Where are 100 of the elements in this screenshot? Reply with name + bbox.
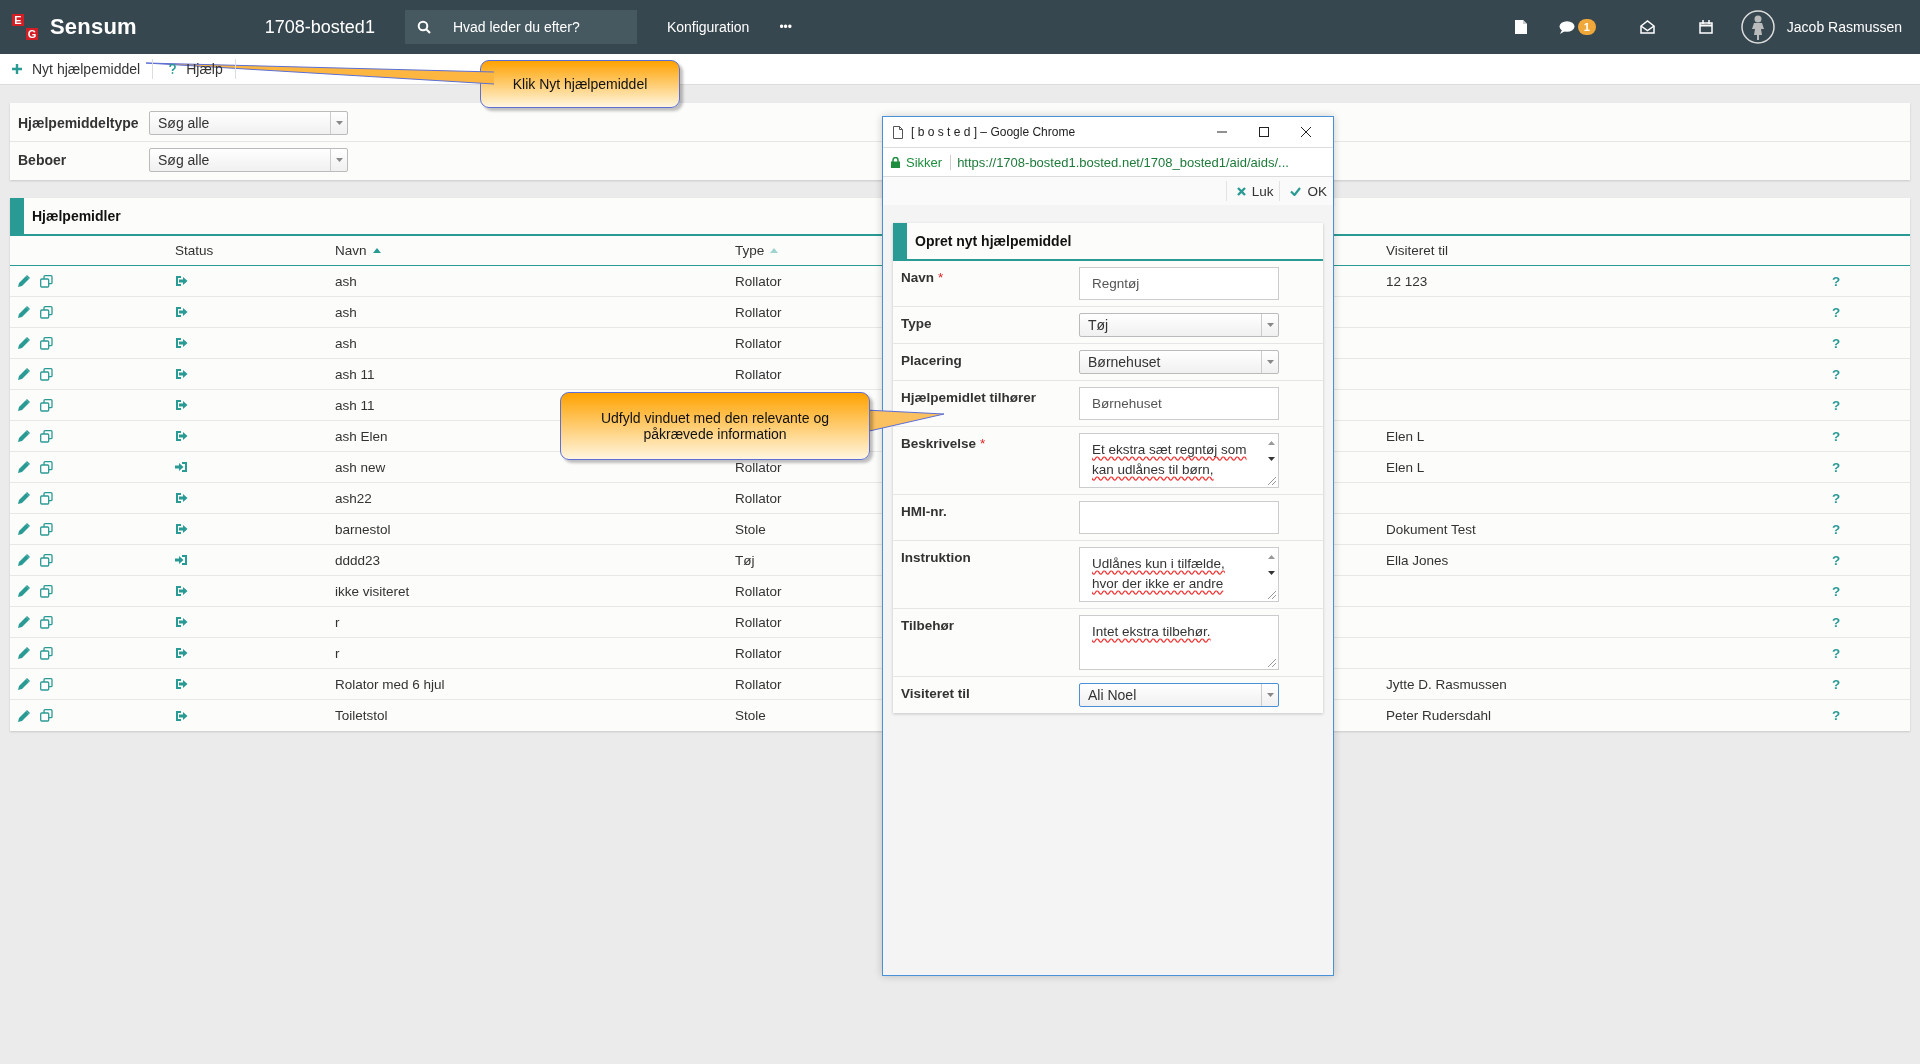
logo: E G [12, 14, 38, 40]
edit-icon[interactable] [18, 709, 30, 722]
edit-icon[interactable] [18, 337, 30, 349]
table-cell: ash [335, 335, 357, 351]
table-cell: ash [335, 273, 357, 289]
menu-link[interactable]: Konfiguration [666, 19, 750, 35]
table-cell: ash22 [335, 490, 372, 506]
edit-icon[interactable] [18, 368, 30, 380]
close-icon[interactable] [1301, 127, 1311, 137]
sign-out-icon[interactable] [175, 585, 188, 597]
input-field[interactable]: Børnehuset [1079, 387, 1279, 420]
table-title: Hjælpemidler [32, 208, 121, 224]
sign-out-icon[interactable] [175, 337, 188, 349]
sign-out-icon[interactable] [175, 709, 188, 722]
copy-icon[interactable] [40, 646, 53, 660]
table-cell: r [335, 614, 340, 630]
ok-button[interactable]: OK [1279, 181, 1333, 201]
input-field[interactable]: Regntøj [1079, 267, 1279, 300]
copy-icon[interactable] [40, 584, 53, 598]
field-label: Visiteret til [901, 686, 970, 701]
edit-icon[interactable] [18, 616, 30, 628]
edit-icon[interactable] [18, 492, 30, 504]
copy-icon[interactable] [40, 709, 53, 722]
sign-out-icon[interactable] [175, 275, 188, 287]
table-cell: Dokument Test [1386, 521, 1476, 537]
brand-name: Sensum [50, 14, 137, 40]
sign-out-icon[interactable] [175, 492, 188, 504]
sign-out-icon[interactable] [175, 399, 188, 411]
input-field[interactable] [1079, 501, 1279, 534]
close-button[interactable]: Luk [1225, 181, 1280, 201]
secure-label: Sikker [906, 154, 952, 170]
edit-icon[interactable] [18, 399, 30, 411]
copy-icon[interactable] [40, 553, 53, 567]
field-label: Tilbehør [901, 618, 954, 633]
edit-icon[interactable] [18, 647, 30, 659]
envelope-icon[interactable] [1639, 20, 1655, 34]
table-cell: Rollator [735, 304, 782, 320]
sign-out-icon[interactable] [175, 678, 188, 690]
sign-out-icon[interactable] [175, 368, 188, 380]
table-cell: Ella Jones [1386, 552, 1449, 568]
dropdown[interactable]: Ali Noel [1079, 683, 1279, 707]
callout: Udfyld vinduet med den relevante og påkrævede information [560, 392, 870, 460]
dropdown[interactable]: Børnehuset [1079, 350, 1279, 374]
copy-icon[interactable] [40, 305, 53, 319]
document-icon[interactable] [1514, 20, 1527, 34]
sign-out-icon[interactable] [175, 306, 188, 318]
lock-icon [891, 156, 900, 168]
sign-out-icon[interactable] [175, 523, 188, 535]
edit-icon[interactable] [18, 523, 30, 535]
sign-in-icon[interactable] [175, 554, 188, 566]
copy-icon[interactable] [40, 274, 53, 288]
column-header[interactable]: Visiteret til [1386, 243, 1449, 258]
copy-icon[interactable] [40, 491, 53, 505]
sort-icon[interactable] [372, 248, 381, 253]
calendar-icon[interactable] [1698, 20, 1713, 34]
table-cell: ash new [335, 459, 386, 475]
chat-icon[interactable] [1558, 20, 1575, 34]
table-cell: Peter Rudersdahl [1386, 708, 1492, 723]
copy-icon[interactable] [40, 522, 53, 536]
edit-icon[interactable] [18, 306, 30, 318]
edit-icon[interactable] [18, 275, 30, 287]
table-cell: barnestol [335, 521, 391, 537]
text-area[interactable]: Intet ekstra tilbehør. [1079, 615, 1279, 670]
filter-dropdown[interactable]: Søg alle [149, 111, 348, 135]
caret-icon [335, 158, 343, 162]
copy-icon[interactable] [40, 460, 53, 474]
table-cell: Rollator [735, 614, 782, 630]
edit-icon[interactable] [18, 430, 30, 442]
column-header[interactable]: Status [175, 243, 214, 258]
copy-icon[interactable] [40, 615, 53, 629]
text-area[interactable]: Udlånes kun i tilfælde, hvor der ikke er andre [1079, 547, 1279, 602]
table-cell: Rollator [735, 366, 782, 382]
sign-out-icon[interactable] [175, 616, 188, 628]
field-label: Type [901, 316, 932, 331]
check-icon [1290, 186, 1302, 196]
filter-dropdown[interactable]: Søg alle [149, 148, 348, 172]
edit-icon[interactable] [18, 678, 30, 690]
copy-icon[interactable] [40, 398, 53, 412]
avatar-icon[interactable] [1740, 10, 1775, 44]
edit-icon[interactable] [18, 585, 30, 597]
site-name: 1708-bosted1 [264, 16, 375, 38]
edit-icon[interactable] [18, 554, 30, 566]
column-header[interactable]: Type [735, 243, 765, 258]
copy-icon[interactable] [40, 429, 53, 443]
search-field[interactable]: Hvad leder du efter? [404, 10, 637, 44]
copy-icon[interactable] [40, 677, 53, 691]
dropdown[interactable]: Tøj [1079, 313, 1279, 337]
text-area[interactable]: Et ekstra sæt regntøj som kan udlånes til børn, [1079, 433, 1279, 488]
sign-out-icon[interactable] [175, 430, 188, 442]
column-header[interactable]: Navn [335, 243, 367, 258]
table-cell: Rollator [735, 583, 782, 599]
edit-icon[interactable] [18, 461, 30, 473]
table-cell: Rollator [735, 645, 782, 661]
sign-in-icon[interactable] [175, 461, 188, 473]
sign-out-icon[interactable] [175, 647, 188, 659]
more-button[interactable]: ••• [779, 20, 792, 34]
maximize-icon[interactable] [1259, 127, 1269, 137]
user-name[interactable]: Jacob Rasmussen [1786, 19, 1902, 35]
copy-icon[interactable] [40, 367, 53, 381]
copy-icon[interactable] [40, 336, 53, 350]
